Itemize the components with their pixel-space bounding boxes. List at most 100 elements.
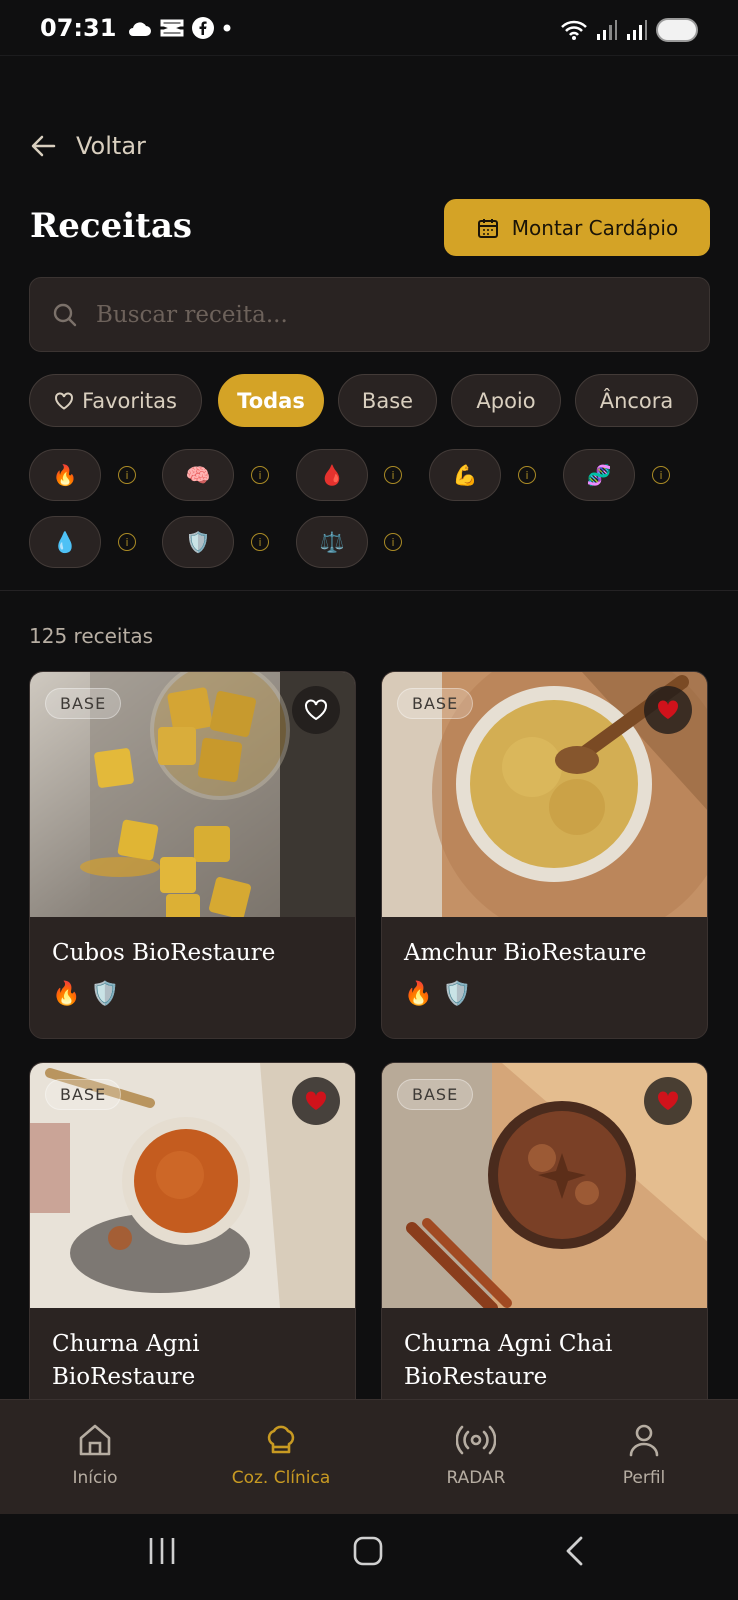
info-icon[interactable]: i bbox=[118, 533, 136, 551]
recipe-type-badge: BASE bbox=[45, 688, 122, 719]
fire-icon: 🔥 bbox=[52, 464, 78, 487]
nav-label: Perfil bbox=[622, 1468, 666, 1488]
facebook-icon bbox=[192, 16, 215, 39]
recipe-property-icons: 🔥 🛡️ bbox=[52, 980, 333, 1007]
nav-item-home[interactable]: Início bbox=[20, 1422, 170, 1488]
tag-brain[interactable]: 🧠 bbox=[162, 449, 234, 501]
status-time: 07:31 bbox=[40, 13, 117, 42]
shield-icon: 🛡️ bbox=[442, 980, 472, 1006]
nav-label: Início bbox=[72, 1468, 118, 1488]
recipe-image-chai-jar: BASE bbox=[382, 1063, 707, 1308]
filter-chip-all[interactable]: Todas bbox=[218, 374, 324, 427]
filter-chip-favorites[interactable]: Favoritas bbox=[29, 374, 202, 427]
heart-filled-icon bbox=[657, 1091, 679, 1110]
recipe-image-spice-cubes: BASE bbox=[30, 672, 355, 917]
filter-chip-label: Favoritas bbox=[82, 388, 177, 413]
info-icon[interactable]: i bbox=[118, 466, 136, 484]
system-navigation-bar bbox=[0, 1514, 738, 1600]
fire-icon: 🔥 bbox=[52, 980, 81, 1006]
flexed-biceps-icon: 💪 bbox=[452, 464, 478, 487]
filter-chip-label: Base bbox=[361, 388, 414, 413]
home-icon bbox=[79, 1424, 111, 1456]
recipe-image-amchur-bowl: BASE bbox=[382, 672, 707, 917]
back-label: Voltar bbox=[76, 132, 146, 160]
heart-filled-icon bbox=[657, 700, 679, 719]
tag-shield[interactable]: 🛡️ bbox=[162, 516, 234, 568]
filter-chip-label: Todas bbox=[237, 388, 305, 413]
search-icon bbox=[53, 303, 77, 326]
favorite-button[interactable] bbox=[292, 686, 340, 734]
info-icon[interactable]: i bbox=[652, 466, 670, 484]
battery-icon bbox=[656, 18, 698, 42]
nav-item-clinical-kitchen[interactable]: Coz. Clínica bbox=[206, 1422, 356, 1488]
info-icon[interactable]: i bbox=[251, 533, 269, 551]
nav-label: Coz. Clínica bbox=[231, 1468, 331, 1488]
tag-fire[interactable]: 🔥 bbox=[29, 449, 101, 501]
recent-apps-icon[interactable] bbox=[147, 1536, 177, 1566]
signal-icon bbox=[597, 20, 617, 40]
cloud-icon bbox=[129, 21, 152, 36]
status-bar: 07:31 bbox=[0, 0, 738, 56]
recipe-image-churna-bowl: BASE bbox=[30, 1063, 355, 1308]
recipe-name: Churna Agni BioRestaure bbox=[52, 1331, 200, 1390]
filter-chip-label: Apoio bbox=[476, 388, 536, 413]
status-system-icons bbox=[560, 18, 698, 42]
fire-icon: 🔥 bbox=[404, 980, 433, 1006]
dna-icon: 🧬 bbox=[586, 464, 612, 487]
tag-water[interactable]: 💧 bbox=[29, 516, 101, 568]
search-input[interactable] bbox=[96, 301, 656, 328]
favorite-button[interactable] bbox=[644, 1077, 692, 1125]
tag-balance[interactable]: ⚖️ bbox=[296, 516, 368, 568]
filter-chip-base[interactable]: Base bbox=[338, 374, 437, 427]
home-button-icon[interactable] bbox=[353, 1536, 383, 1566]
favorite-button[interactable] bbox=[644, 686, 692, 734]
water-drop-icon: 💧 bbox=[52, 531, 78, 554]
favorite-button[interactable] bbox=[292, 1077, 340, 1125]
heart-outline-icon bbox=[305, 699, 327, 721]
tag-blood[interactable]: 🩸 bbox=[296, 449, 368, 501]
recipe-type-badge: BASE bbox=[45, 1079, 122, 1110]
info-icon[interactable]: i bbox=[384, 533, 402, 551]
build-menu-button[interactable]: Montar Cardápio bbox=[444, 199, 710, 256]
shield-icon: 🛡️ bbox=[185, 531, 211, 554]
info-icon[interactable]: i bbox=[384, 466, 402, 484]
status-notification-icons bbox=[126, 16, 232, 39]
recipe-count: 125 receitas bbox=[29, 624, 153, 648]
filter-chip-support[interactable]: Apoio bbox=[451, 374, 561, 427]
divider bbox=[0, 590, 738, 591]
recipe-property-icons: 🔥 🛡️ bbox=[404, 980, 685, 1007]
capcut-icon bbox=[160, 19, 184, 36]
tag-muscle[interactable]: 💪 bbox=[429, 449, 501, 501]
wifi-icon bbox=[561, 20, 587, 40]
radar-broadcast-icon bbox=[456, 1425, 496, 1455]
dot-icon bbox=[223, 24, 231, 31]
recipe-card[interactable]: BASE Cubos BioRestaure 🔥 🛡️ bbox=[29, 671, 356, 1039]
calendar-icon bbox=[477, 218, 498, 238]
tag-dna[interactable]: 🧬 bbox=[563, 449, 635, 501]
signal-icon-2 bbox=[627, 20, 647, 40]
shield-icon: 🛡️ bbox=[90, 980, 120, 1006]
chef-hat-icon bbox=[267, 1425, 295, 1454]
info-icon[interactable]: i bbox=[518, 466, 536, 484]
recipe-name: Amchur BioRestaure bbox=[404, 940, 647, 966]
nav-item-profile[interactable]: Perfil bbox=[569, 1422, 719, 1488]
search-bar[interactable] bbox=[29, 277, 710, 352]
blood-drop-icon: 🩸 bbox=[319, 464, 345, 487]
nav-label: RADAR bbox=[446, 1468, 506, 1488]
arrow-left-icon bbox=[31, 135, 56, 157]
heart-outline-icon bbox=[55, 392, 74, 410]
filter-chip-anchor[interactable]: Âncora bbox=[575, 374, 698, 427]
info-icon[interactable]: i bbox=[251, 466, 269, 484]
user-icon bbox=[629, 1424, 659, 1457]
back-nav-icon[interactable] bbox=[563, 1536, 587, 1566]
filter-chip-label: Âncora bbox=[599, 388, 674, 413]
brain-icon: 🧠 bbox=[185, 464, 211, 487]
recipe-card[interactable]: BASE Amchur BioRestaure 🔥 🛡️ bbox=[381, 671, 708, 1039]
heart-filled-icon bbox=[305, 1091, 327, 1110]
recipe-name: Churna Agni Chai BioRestaure bbox=[404, 1331, 613, 1390]
nav-item-radar[interactable]: RADAR bbox=[401, 1422, 551, 1488]
recipe-type-badge: BASE bbox=[397, 688, 474, 719]
page-title: Receitas bbox=[30, 206, 193, 246]
back-button[interactable]: Voltar bbox=[30, 132, 146, 160]
balance-scale-icon: ⚖️ bbox=[319, 531, 345, 554]
